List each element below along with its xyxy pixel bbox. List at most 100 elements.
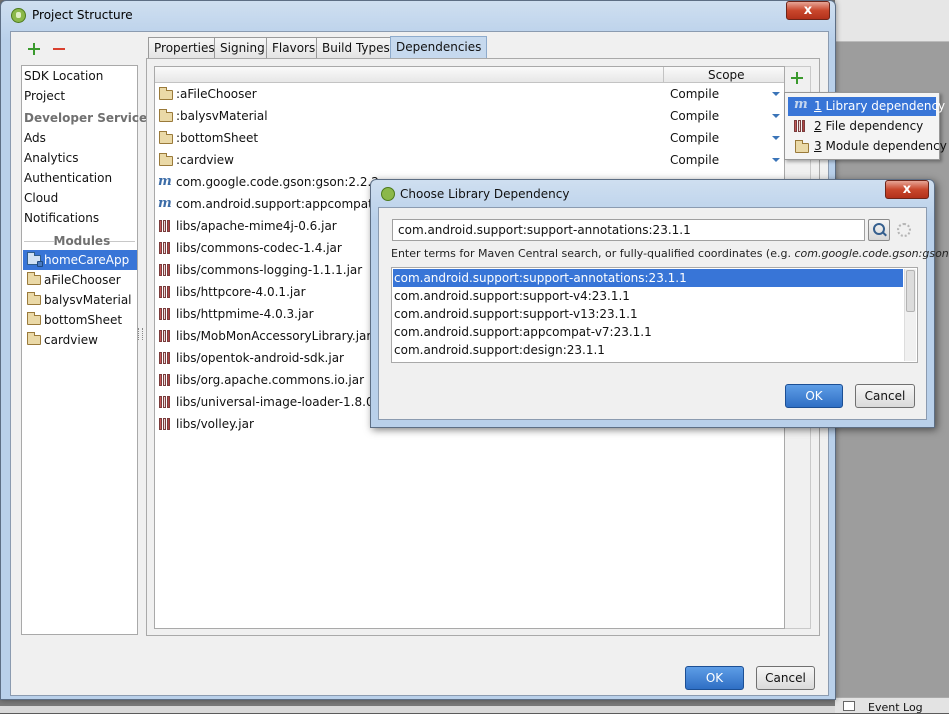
choose-library-dialog: Choose Library Dependency x com.android.… xyxy=(370,179,949,428)
scrollbar-thumb[interactable] xyxy=(906,270,915,312)
add-icon[interactable] xyxy=(27,42,41,56)
dependency-name: libs/volley.jar xyxy=(176,417,254,431)
tab-properties[interactable]: Properties xyxy=(148,37,221,58)
sidebar-module-homecareapp[interactable]: homeCareApp xyxy=(23,250,137,270)
module-label: cardview xyxy=(44,333,98,347)
table-row[interactable]: :balysvMaterial Compile xyxy=(155,105,784,127)
scope-value[interactable]: Compile xyxy=(670,83,719,105)
chevron-down-icon[interactable] xyxy=(772,92,780,96)
sidebar-module-cardview[interactable]: cardview xyxy=(23,330,137,350)
menu-item-module-dependency[interactable]: 3 Module dependency xyxy=(788,137,947,156)
scope-value[interactable]: Compile xyxy=(670,149,719,171)
maven-icon: m xyxy=(794,97,808,112)
title-bar[interactable]: Project Structure xyxy=(1,1,835,31)
module-label: bottomSheet xyxy=(44,313,123,327)
jar-icon xyxy=(159,330,172,342)
module-folder-icon xyxy=(159,153,173,166)
tab-flavors[interactable]: Flavors xyxy=(266,37,322,58)
dependency-name: libs/org.apache.commons.io.jar xyxy=(176,373,365,387)
library-search-input[interactable]: com.android.support:support-annotations:… xyxy=(392,219,865,241)
dependency-name: :aFileChooser xyxy=(176,87,257,101)
dependency-name: libs/MobMonAccessoryLibrary.jar xyxy=(176,329,372,343)
dialog-cancel-button[interactable]: Cancel xyxy=(855,384,915,408)
module-label: aFileChooser xyxy=(44,273,121,287)
dialog-close-button[interactable]: x xyxy=(885,180,929,199)
app-module-icon xyxy=(27,252,43,267)
sidebar-item-analytics[interactable]: Analytics xyxy=(24,149,79,168)
table-row[interactable]: :aFileChooser Compile xyxy=(155,83,784,105)
sidebar: SDK Location Project Developer Services … xyxy=(21,65,154,635)
list-item[interactable]: com.android.support:appcompat-v7:23.1.1 xyxy=(393,323,903,341)
chevron-down-icon[interactable] xyxy=(772,114,780,118)
maven-icon: m xyxy=(158,196,172,211)
jar-icon xyxy=(159,264,172,276)
module-folder-icon xyxy=(27,272,41,285)
sidebar-module-afilechooser[interactable]: aFileChooser xyxy=(23,270,137,290)
menu-item-file-dependency[interactable]: 2 File dependency xyxy=(788,117,936,136)
list-item[interactable]: com.android.support:support-annotations:… xyxy=(393,269,903,287)
scope-column-header[interactable]: Scope xyxy=(708,68,745,82)
chevron-down-icon[interactable] xyxy=(772,158,780,162)
dialog-ok-button[interactable]: OK xyxy=(785,384,843,408)
module-folder-icon xyxy=(159,87,173,100)
dependency-name: libs/opentok-android-sdk.jar xyxy=(176,351,344,365)
sidebar-module-bottomsheet[interactable]: bottomSheet xyxy=(23,310,137,330)
hint-example: com.google.code.gson:gson:2.2.4 xyxy=(794,247,949,260)
dependency-name: libs/httpcore-4.0.1.jar xyxy=(176,285,306,299)
tab-dependencies[interactable]: Dependencies xyxy=(390,36,488,58)
add-dependency-icon[interactable] xyxy=(790,71,804,85)
jar-icon xyxy=(159,220,172,232)
module-folder-icon xyxy=(159,131,173,144)
ok-button[interactable]: OK xyxy=(685,666,744,690)
jar-icon xyxy=(159,418,172,430)
maven-icon: m xyxy=(158,174,172,189)
jar-icon xyxy=(159,396,172,408)
sidebar-module-balysvmaterial[interactable]: balysvMaterial xyxy=(23,290,137,310)
splitter-handle[interactable] xyxy=(138,328,143,340)
dependency-name: libs/httpmime-4.0.3.jar xyxy=(176,307,314,321)
tab-signing[interactable]: Signing xyxy=(214,37,271,58)
sidebar-item-ads[interactable]: Ads xyxy=(24,129,46,148)
sidebar-header-developer-services: Developer Services xyxy=(24,111,155,125)
ide-toolbar xyxy=(835,0,949,42)
scope-value[interactable]: Compile xyxy=(670,105,719,127)
menu-item-library-dependency[interactable]: m 1 Library dependency xyxy=(788,97,945,116)
modules-header: Modules xyxy=(53,234,111,248)
sidebar-item-cloud[interactable]: Cloud xyxy=(24,189,58,208)
sidebar-item-notifications[interactable]: Notifications xyxy=(24,209,99,228)
jar-icon xyxy=(159,352,172,364)
dependency-name: com.android.support:appcompat-v7 xyxy=(176,197,392,211)
modules-separator: Modules xyxy=(24,234,135,248)
dependency-name: com.google.code.gson:gson:2.2.2 xyxy=(176,175,379,189)
table-header: Scope xyxy=(155,67,784,83)
ide-status-bar: Event Log xyxy=(835,697,949,714)
android-studio-icon xyxy=(381,187,395,201)
list-item[interactable]: com.android.support:support-v4:23.1.1 xyxy=(393,287,903,305)
cancel-button[interactable]: Cancel xyxy=(756,666,815,690)
module-folder-icon xyxy=(27,332,41,345)
menu-mnemonic: 2 xyxy=(814,119,822,133)
event-log-label[interactable]: Event Log xyxy=(868,701,923,714)
jar-icon xyxy=(159,374,172,386)
table-row[interactable]: :cardview Compile xyxy=(155,149,784,171)
results-scrollbar[interactable] xyxy=(904,269,916,361)
menu-label: Library dependency xyxy=(825,99,946,113)
jar-icon xyxy=(159,242,172,254)
close-button[interactable]: x xyxy=(786,1,830,20)
search-icon[interactable] xyxy=(868,219,890,241)
dependency-name: :bottomSheet xyxy=(176,131,259,145)
sidebar-item-authentication[interactable]: Authentication xyxy=(24,169,112,188)
module-folder-icon xyxy=(27,292,41,305)
list-item[interactable]: com.android.support:support-v13:23.1.1 xyxy=(393,305,903,323)
sidebar-item-sdk-location[interactable]: SDK Location xyxy=(24,67,103,86)
search-hint: Enter terms for Maven Central search, or… xyxy=(391,247,949,260)
jar-icon xyxy=(794,120,807,132)
dependency-name: libs/apache-mime4j-0.6.jar xyxy=(176,219,337,233)
scope-value[interactable]: Compile xyxy=(670,127,719,149)
sidebar-item-project[interactable]: Project xyxy=(24,87,65,106)
tab-build-types[interactable]: Build Types xyxy=(316,37,396,58)
list-item[interactable]: com.android.support:design:23.1.1 xyxy=(393,341,903,359)
chevron-down-icon[interactable] xyxy=(772,136,780,140)
table-row[interactable]: :bottomSheet Compile xyxy=(155,127,784,149)
remove-icon[interactable] xyxy=(52,42,66,56)
